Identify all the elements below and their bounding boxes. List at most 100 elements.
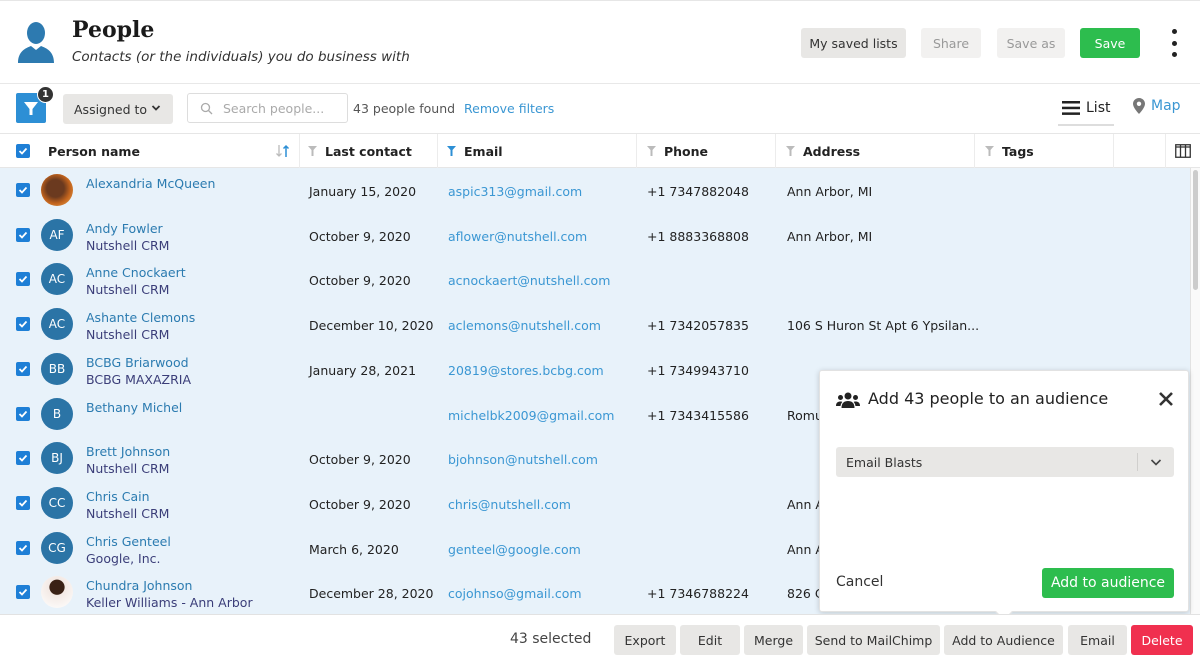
- avatar[interactable]: BJ: [41, 442, 73, 475]
- email-link[interactable]: aspic313@gmail.com: [448, 184, 582, 199]
- chevron-down-icon: [151, 105, 161, 111]
- table-row[interactable]: Alexandria McQueen January 15, 2020 aspi…: [0, 168, 1190, 213]
- page-subtitle: Contacts (or the individuals) you do bus…: [72, 49, 410, 65]
- email-link[interactable]: michelbk2009@gmail.com: [448, 408, 614, 423]
- email-link[interactable]: acnockaert@nutshell.com: [448, 273, 610, 288]
- share-button[interactable]: Share: [921, 28, 981, 58]
- avatar-photo[interactable]: [41, 576, 73, 609]
- email-link[interactable]: aflower@nutshell.com: [448, 229, 587, 244]
- avatar[interactable]: BB: [41, 352, 73, 385]
- merge-button[interactable]: Merge: [744, 625, 803, 655]
- email-link[interactable]: chris@nutshell.com: [448, 497, 571, 512]
- filter-active-icon[interactable]: [447, 146, 456, 156]
- row-checkbox[interactable]: [16, 272, 30, 287]
- email-link[interactable]: 20819@stores.bcbg.com: [448, 363, 604, 378]
- company-link[interactable]: Nutshell CRM: [86, 327, 169, 342]
- page-header: People Contacts (or the individuals) you…: [0, 0, 1200, 84]
- add-to-audience-submit-button[interactable]: Add to audience: [1042, 568, 1174, 598]
- cancel-button[interactable]: Cancel: [836, 574, 883, 590]
- person-name-link[interactable]: Anne Cnockaert: [86, 265, 186, 280]
- person-name-link[interactable]: Chris Cain: [86, 489, 150, 504]
- select-all-checkbox[interactable]: [16, 144, 30, 158]
- person-name-link[interactable]: BCBG Briarwood: [86, 355, 189, 370]
- row-checkbox[interactable]: [16, 317, 30, 332]
- column-address[interactable]: Address: [776, 134, 975, 168]
- last-contact-cell: October 9, 2020: [309, 452, 411, 468]
- company-link[interactable]: Nutshell CRM: [86, 238, 169, 253]
- row-checkbox[interactable]: [16, 361, 30, 376]
- map-view-tab[interactable]: Map: [1133, 98, 1181, 114]
- list-view-tab[interactable]: List: [1058, 92, 1114, 126]
- filter-toolbar: 1 Assigned to 43 people found Remove fil…: [0, 84, 1200, 134]
- scrollbar-thumb[interactable]: [1193, 170, 1198, 290]
- avatar[interactable]: AC: [41, 308, 73, 341]
- person-name-link[interactable]: Andy Fowler: [86, 221, 163, 236]
- email-link[interactable]: cojohnso@gmail.com: [448, 586, 582, 601]
- add-to-audience-button[interactable]: Add to Audience: [944, 625, 1063, 655]
- table-scrollbar[interactable]: [1190, 168, 1200, 614]
- company-link[interactable]: Nutshell CRM: [86, 506, 169, 521]
- column-settings-button[interactable]: [1166, 134, 1200, 168]
- selected-count: 43 selected: [510, 631, 592, 647]
- close-icon[interactable]: [1158, 391, 1174, 407]
- row-checkbox[interactable]: [16, 451, 30, 466]
- export-button[interactable]: Export: [614, 625, 676, 655]
- email-link[interactable]: aclemons@nutshell.com: [448, 318, 601, 333]
- avatar-photo[interactable]: [41, 174, 73, 206]
- email-button[interactable]: Email: [1068, 625, 1127, 655]
- edit-button[interactable]: Edit: [680, 625, 740, 655]
- column-phone[interactable]: Phone: [637, 134, 776, 168]
- send-to-mailchimp-button[interactable]: Send to MailChimp: [807, 625, 940, 655]
- email-link[interactable]: bjohnson@nutshell.com: [448, 452, 598, 467]
- filter-icon[interactable]: [985, 146, 994, 156]
- person-name-link[interactable]: Chundra Johnson: [86, 578, 192, 593]
- column-person-name[interactable]: Person name: [0, 134, 300, 168]
- avatar[interactable]: CG: [41, 531, 73, 564]
- company-link[interactable]: BCBG MAXAZRIA: [86, 372, 191, 387]
- remove-filters-link[interactable]: Remove filters: [464, 101, 554, 116]
- search-input[interactable]: [223, 99, 341, 117]
- email-link[interactable]: genteel@google.com: [448, 542, 581, 557]
- sort-icon[interactable]: [275, 144, 291, 158]
- table-row[interactable]: AC Ashante Clemons Nutshell CRM December…: [0, 302, 1190, 347]
- column-label: Last contact: [325, 143, 412, 159]
- row-checkbox[interactable]: [16, 406, 30, 421]
- person-name-link[interactable]: Alexandria McQueen: [86, 176, 215, 191]
- person-name-link[interactable]: Chris Genteel: [86, 534, 171, 549]
- assigned-to-dropdown[interactable]: Assigned to: [63, 94, 173, 124]
- avatar[interactable]: AF: [41, 218, 73, 251]
- more-options-icon[interactable]: [1166, 29, 1182, 57]
- filter-icon[interactable]: [647, 146, 656, 156]
- row-checkbox[interactable]: [16, 495, 30, 510]
- company-link[interactable]: Google, Inc.: [86, 551, 160, 566]
- row-checkbox[interactable]: [16, 183, 30, 197]
- map-pin-icon: [1133, 98, 1145, 114]
- company-link[interactable]: Nutshell CRM: [86, 461, 169, 476]
- company-link[interactable]: Keller Williams - Ann Arbor: [86, 595, 253, 610]
- assigned-to-label: Assigned to: [74, 101, 148, 117]
- address-cell: Romu: [787, 407, 823, 423]
- filter-icon[interactable]: [786, 146, 795, 156]
- column-tags[interactable]: Tags: [975, 134, 1114, 168]
- table-row[interactable]: AF Andy Fowler Nutshell CRM October 9, 2…: [0, 213, 1190, 258]
- avatar[interactable]: AC: [41, 263, 73, 296]
- table-row[interactable]: AC Anne Cnockaert Nutshell CRM October 9…: [0, 257, 1190, 302]
- save-button[interactable]: Save: [1080, 28, 1140, 58]
- last-contact-cell: December 28, 2020: [309, 586, 434, 602]
- row-checkbox[interactable]: [16, 227, 30, 242]
- person-name-link[interactable]: Bethany Michel: [86, 400, 182, 415]
- audience-select[interactable]: Email Blasts: [836, 447, 1174, 477]
- my-saved-lists-button[interactable]: My saved lists: [801, 28, 906, 58]
- avatar[interactable]: B: [41, 397, 73, 430]
- row-checkbox[interactable]: [16, 540, 30, 555]
- column-email[interactable]: Email: [438, 134, 637, 168]
- company-link[interactable]: Nutshell CRM: [86, 282, 169, 297]
- person-name-link[interactable]: Ashante Clemons: [86, 310, 195, 325]
- avatar[interactable]: CC: [41, 486, 73, 519]
- column-last-contact[interactable]: Last contact: [300, 134, 438, 168]
- person-name-link[interactable]: Brett Johnson: [86, 444, 170, 459]
- row-checkbox[interactable]: [16, 585, 30, 600]
- delete-button[interactable]: Delete: [1131, 625, 1193, 655]
- save-as-button[interactable]: Save as: [997, 28, 1065, 58]
- filter-icon[interactable]: [308, 146, 317, 156]
